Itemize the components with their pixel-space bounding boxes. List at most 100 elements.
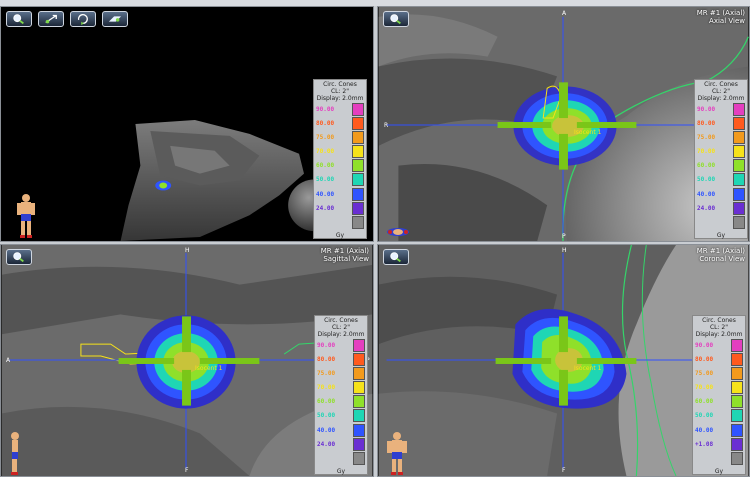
- legend-swatch: [353, 409, 365, 423]
- legend-row: 50.00: [693, 409, 745, 423]
- legend-header-1: Circ. Cones: [704, 81, 738, 88]
- legend-row: 70.00: [314, 145, 366, 159]
- magnifier-icon: [13, 252, 24, 263]
- legend-swatch: [353, 451, 365, 465]
- rotate-icon: [77, 13, 88, 26]
- legend-row: 70.00: [695, 145, 747, 159]
- axial-zoom-button[interactable]: [383, 11, 409, 27]
- legend-swatch: [733, 131, 745, 145]
- coronal-head-label: H: [562, 247, 567, 254]
- legend-swatch: [352, 159, 364, 173]
- coronal-foot-label: F: [562, 467, 566, 474]
- legend-row: 50.00: [314, 173, 366, 187]
- legend-row: 90.00: [693, 339, 745, 353]
- legend-rows: 90.00 80.00 75.00 70.00 60.00 50.00 40.00 24.00: [314, 103, 366, 230]
- legend-level-label: 40.00: [316, 190, 335, 198]
- legend-swatch: [731, 367, 743, 381]
- magnifier-icon: [13, 14, 24, 25]
- legend-swatch: [353, 353, 365, 367]
- rotate-button[interactable]: [70, 11, 96, 27]
- sagittal-zoom-button[interactable]: [6, 249, 32, 265]
- move-button[interactable]: [38, 11, 64, 27]
- legend-swatch: [731, 437, 743, 451]
- legend-level-label: 70.00: [695, 384, 714, 392]
- legend-row: 40.00: [695, 187, 747, 202]
- legend-row: 75.00: [314, 131, 366, 145]
- legend-swatch: [352, 145, 364, 159]
- 3d-view-pane[interactable]: Circ. Cones CL: 2" Display: 2.0mm 90.00 80.…: [0, 6, 374, 242]
- coronal-isocenter-label: Isocent 1: [574, 365, 602, 372]
- legend-row: 60.00: [693, 395, 745, 409]
- legend-row: 70.00: [315, 381, 367, 395]
- dose-legend-axial: Circ. Cones CL: 2" Display: 2.0mm 90.00 80.…: [694, 79, 748, 239]
- legend-row: [315, 451, 367, 466]
- view-button[interactable]: [102, 11, 128, 27]
- legend-level-label: 60.00: [316, 162, 335, 170]
- legend-level-label: 50.00: [697, 176, 716, 184]
- sagittal-view-pane[interactable]: MR #1 (Axial)Sagittal View H F A P Isoce…: [0, 244, 374, 477]
- sagittal-isocenter-label: Isocent 1: [195, 365, 223, 372]
- axial-series-label: MR #1 (Axial): [696, 9, 745, 17]
- legend-header-1: Circ. Cones: [324, 317, 358, 324]
- legend-level-label: 70.00: [317, 384, 336, 392]
- legend-swatch: [733, 215, 745, 229]
- legend-swatch: [731, 395, 743, 409]
- zoom-button[interactable]: [6, 11, 32, 27]
- legend-swatch: [352, 103, 364, 116]
- legend-swatch: [731, 451, 743, 465]
- legend-row: 40.00: [315, 423, 367, 438]
- legend-level-label: 24.00: [697, 204, 716, 212]
- legend-row: 40.00: [693, 423, 745, 438]
- legend-header-3: Display: 2.0mm: [316, 95, 364, 102]
- legend-swatch: [353, 381, 365, 395]
- legend-level-label: +1.08: [695, 440, 714, 448]
- patient-sagittal-icon: [11, 432, 19, 475]
- patient-coronal-icon: [387, 432, 407, 475]
- legend-header-3: Display: 2.0mm: [697, 95, 745, 102]
- legend-row: [693, 451, 745, 466]
- coronal-view-pane[interactable]: MR #1 (Axial) Coronal View H F Isocent 1 …: [377, 244, 750, 477]
- dose-legend-sagittal: Circ. Cones CL: 2" Display: 2.0mm 90.00 80.…: [314, 315, 368, 475]
- legend-level-label: 75.00: [316, 134, 335, 142]
- legend-level-label: 90.00: [695, 342, 714, 349]
- legend-row: 60.00: [315, 395, 367, 409]
- legend-swatch: [353, 437, 365, 451]
- legend-level-label: 60.00: [697, 162, 716, 170]
- legend-level-label: 50.00: [695, 412, 714, 420]
- legend-swatch: [731, 381, 743, 395]
- coronal-view-title: MR #1 (Axial) Coronal View: [697, 247, 745, 263]
- legend-row: 90.00: [314, 103, 366, 117]
- legend-level-label: 70.00: [316, 148, 335, 156]
- legend-swatch: [733, 159, 745, 173]
- legend-header-1: Circ. Cones: [323, 81, 357, 88]
- legend-row: +1.08: [693, 437, 745, 452]
- legend-level-label: 75.00: [697, 134, 716, 142]
- legend-swatch: [352, 131, 364, 145]
- legend-row: 80.00: [695, 117, 747, 131]
- legend-row: 50.00: [315, 409, 367, 423]
- legend-row: 90.00: [695, 103, 747, 117]
- legend-header-1: Circ. Cones: [702, 317, 736, 324]
- legend-swatch: [353, 395, 365, 409]
- legend-level-label: 80.00: [695, 356, 714, 364]
- legend-header-3: Display: 2.0mm: [695, 331, 743, 338]
- legend-swatch: [733, 201, 745, 215]
- axial-view-pane[interactable]: MR #1 (Axial)Axial View A P R L Isocent …: [377, 6, 750, 242]
- coronal-zoom-button[interactable]: [383, 249, 409, 265]
- legend-rows: 90.00 80.00 75.00 70.00 60.00 50.00 40.00 24.00: [315, 339, 367, 466]
- legend-row: 80.00: [314, 117, 366, 131]
- legend-swatch: [733, 117, 745, 131]
- sagittal-view-name: Sagittal View: [323, 255, 369, 263]
- move-icon: [45, 14, 57, 24]
- legend-swatch: [731, 339, 743, 352]
- legend-swatch: [733, 103, 745, 116]
- legend-header-2: CL: 2": [709, 324, 729, 331]
- legend-row: 80.00: [315, 353, 367, 367]
- legend-rows: 90.00 80.00 75.00 70.00 60.00 50.00 40.00 24.00: [695, 103, 747, 230]
- legend-row: 50.00: [695, 173, 747, 187]
- legend-swatch: [731, 353, 743, 367]
- legend-unit: Gy: [716, 231, 726, 239]
- patient-axial-icon: [387, 228, 409, 236]
- view-icon: [108, 16, 122, 22]
- legend-row: 24.00: [314, 201, 366, 216]
